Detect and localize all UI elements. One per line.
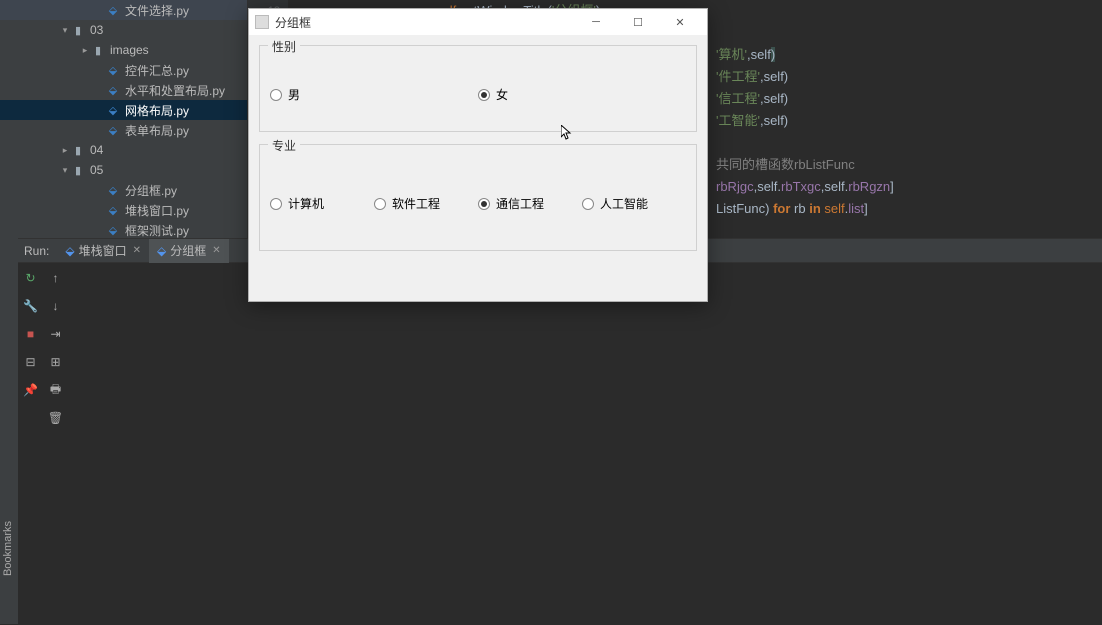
tree-item[interactable]: ⬙ 分组框.py <box>0 180 247 200</box>
run-label: Run: <box>24 244 49 258</box>
chevron-icon[interactable]: ▸ <box>80 45 90 56</box>
down-icon[interactable]: ↓ <box>47 297 65 315</box>
radio-label: 人工智能 <box>600 195 648 212</box>
maximize-button[interactable]: ☐ <box>617 9 659 35</box>
python-file-icon: ⬙ <box>65 244 74 258</box>
tree-item[interactable]: ⬙ 堆栈窗口.py <box>0 200 247 220</box>
layout-icon[interactable]: ⊟ <box>22 353 40 371</box>
run-tab[interactable]: ⬙ 分组框 ✕ <box>149 239 229 263</box>
wrench-icon[interactable]: 🔧 <box>22 297 40 315</box>
trash-icon[interactable]: 🗑 <box>47 409 65 427</box>
python-file-icon: ⬙ <box>105 103 121 117</box>
radio-option[interactable]: 计算机 <box>270 195 374 212</box>
tree-item-label: 04 <box>90 143 103 157</box>
radio-option[interactable]: 女 <box>478 86 686 103</box>
close-button[interactable]: ✕ <box>659 9 701 35</box>
radio-option[interactable]: 软件工程 <box>374 195 478 212</box>
radio-option[interactable]: 男 <box>270 86 478 103</box>
groupbox-gender: 性别 男女 <box>259 45 697 132</box>
pin-icon[interactable]: 📌 <box>22 381 40 399</box>
bookmarks-tab[interactable]: Bookmarks <box>0 513 18 584</box>
run-body: ↻ 🔧 ■ ⊟ 📌 ↑ ↓ ⇥ ⊞ 🖶 🗑 <box>18 263 1102 625</box>
dialog-title: 分组框 <box>275 14 575 31</box>
tree-item-label: images <box>110 43 149 57</box>
python-file-icon: ⬙ <box>105 3 121 17</box>
tree-item[interactable]: ⬙ 框架测试.py <box>0 220 247 240</box>
tree-item-label: 文件选择.py <box>125 2 189 19</box>
radio-icon <box>478 198 490 210</box>
stop-icon[interactable]: ■ <box>22 325 40 343</box>
groupbox-major: 专业 计算机软件工程通信工程人工智能 <box>259 144 697 251</box>
radio-label: 软件工程 <box>392 195 440 212</box>
chevron-icon[interactable]: ▾ <box>60 165 70 176</box>
radio-icon <box>374 198 386 210</box>
radio-icon <box>478 89 490 101</box>
python-file-icon: ⬙ <box>157 244 166 258</box>
up-icon[interactable]: ↑ <box>47 269 65 287</box>
qt-dialog: 分组框 ─ ☐ ✕ 性别 男 女 专业 计算机 软件工程 通信工程 人工智能 <box>248 8 708 302</box>
python-file-icon: ⬙ <box>105 83 121 97</box>
radio-icon <box>270 198 282 210</box>
python-file-icon: ⬙ <box>105 123 121 137</box>
python-file-icon: ⬙ <box>105 183 121 197</box>
chevron-icon[interactable]: ▸ <box>60 145 70 156</box>
radio-icon <box>582 198 594 210</box>
dialog-app-icon <box>255 15 269 29</box>
python-file-icon: ⬙ <box>105 223 121 237</box>
folder-icon: ▮ <box>70 163 86 177</box>
tree-item[interactable]: ⬙ 水平和处置布局.py <box>0 80 247 100</box>
run-tab-label: 堆栈窗口 <box>79 242 127 259</box>
run-tab[interactable]: ⬙ 堆栈窗口 ✕ <box>57 239 149 263</box>
radio-option[interactable]: 人工智能 <box>582 195 686 212</box>
close-icon[interactable]: ✕ <box>133 245 141 256</box>
groupbox-major-title: 专业 <box>268 137 300 154</box>
python-file-icon: ⬙ <box>105 63 121 77</box>
radio-label: 通信工程 <box>496 195 544 212</box>
run-tab-label: 分组框 <box>170 242 206 259</box>
folder-icon: ▮ <box>90 43 106 57</box>
groupbox-gender-title: 性别 <box>268 38 300 55</box>
tree-item-label: 表单布局.py <box>125 122 189 139</box>
tree-item[interactable]: ▾▮ 03 <box>0 20 247 40</box>
folder-icon: ▮ <box>70 23 86 37</box>
close-icon[interactable]: ✕ <box>212 245 220 256</box>
tree-item-label: 05 <box>90 163 103 177</box>
tree-item-label: 堆栈窗口.py <box>125 202 189 219</box>
radio-label: 男 <box>288 86 300 103</box>
radio-label: 女 <box>496 86 508 103</box>
export-icon[interactable]: ⇥ <box>47 325 65 343</box>
tree-item-label: 控件汇总.py <box>125 62 189 79</box>
tree-item[interactable]: ⬙ 表单布局.py <box>0 120 247 140</box>
toggle-icon[interactable]: ⊞ <box>47 353 65 371</box>
chevron-icon[interactable]: ▾ <box>60 25 70 36</box>
tree-item[interactable]: ▸▮ images <box>0 40 247 60</box>
tree-item[interactable]: ⬙ 文件选择.py <box>0 0 247 20</box>
dialog-titlebar[interactable]: 分组框 ─ ☐ ✕ <box>249 9 707 35</box>
python-file-icon: ⬙ <box>105 203 121 217</box>
minimize-button[interactable]: ─ <box>575 9 617 35</box>
radio-icon <box>270 89 282 101</box>
tree-item[interactable]: ⬙ 网格布局.py <box>0 100 247 120</box>
tree-item-label: 03 <box>90 23 103 37</box>
print-icon[interactable]: 🖶 <box>47 381 65 399</box>
rerun-icon[interactable]: ↻ <box>22 269 40 287</box>
tree-item[interactable]: ▾▮ 05 <box>0 160 247 180</box>
radio-label: 计算机 <box>288 195 324 212</box>
radio-option[interactable]: 通信工程 <box>478 195 582 212</box>
folder-icon: ▮ <box>70 143 86 157</box>
tree-item-label: 框架测试.py <box>125 222 189 239</box>
tree-item[interactable]: ▸▮ 04 <box>0 140 247 160</box>
tree-item-label: 网格布局.py <box>125 102 189 119</box>
tree-item[interactable]: ⬙ 控件汇总.py <box>0 60 247 80</box>
tree-item-label: 水平和处置布局.py <box>125 82 225 99</box>
tree-item-label: 分组框.py <box>125 182 177 199</box>
